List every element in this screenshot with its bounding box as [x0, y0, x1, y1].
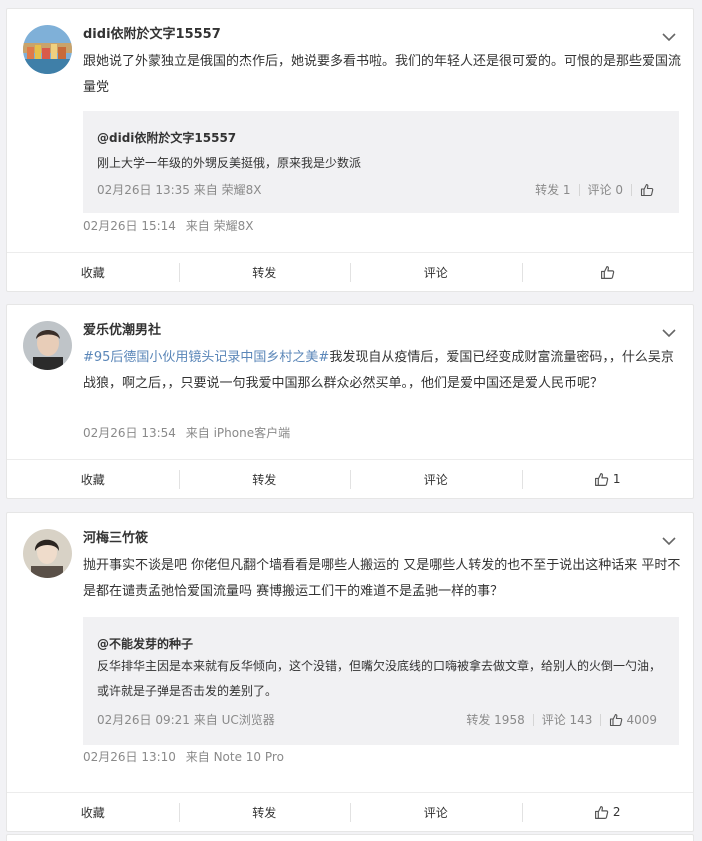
action-bar: 收藏 转发 评论 2 — [7, 792, 693, 831]
repost-button[interactable]: 转发 — [178, 460, 351, 498]
collect-label: 收藏 — [80, 472, 105, 487]
comment-card: 河梅三竹筱 抛开事实不谈是吧 你佬但凡翻个墙看看是哪些人搬运的 又是哪些人转发的… — [6, 512, 694, 832]
quoted-stats: 转发 1 评论 0 — [535, 181, 657, 198]
comment-date: 02月26日 13:10 — [83, 750, 176, 764]
quoted-username[interactable]: @didi依附於文字15557 — [97, 129, 236, 146]
comment-card: 爱乐优潮男社 #95后德国小伙用镜头记录中国乡村之美#我发现自从疫情后，爱国已经… — [6, 304, 694, 499]
weibo-comment-feed: didi依附於文字15557 跟她说了外蒙独立是俄国的杰作后，她说要多看书啦。我… — [0, 0, 702, 841]
repost-button[interactable]: 转发 — [178, 793, 351, 831]
quoted-like-count: 4009 — [626, 712, 657, 727]
like-button[interactable]: 2 — [521, 793, 694, 831]
comment-source: 来自 荣耀8X — [185, 219, 254, 233]
thumbs-up-icon — [594, 805, 613, 820]
username[interactable]: didi依附於文字15557 — [83, 25, 221, 45]
chevron-down-icon[interactable] — [661, 533, 677, 549]
chevron-down-icon[interactable] — [661, 29, 677, 45]
avatar[interactable] — [23, 321, 72, 370]
comment-card: didi依附於文字15557 跟她说了外蒙独立是俄国的杰作后，她说要多看书啦。我… — [6, 8, 694, 292]
quoted-meta: 02月26日 09:21 来自 UC浏览器 — [97, 711, 275, 728]
comment-meta: 02月26日 13:54 来自 iPhone客户端 — [83, 425, 290, 441]
collect-button[interactable]: 收藏 — [7, 460, 179, 498]
quoted-post[interactable]: @didi依附於文字15557 刚上大学一年级的外甥反美挺俄，原来我是少数派 0… — [83, 111, 679, 213]
comment-text: #95后德国小伙用镜头记录中国乡村之美#我发现自从疫情后，爱国已经变成财富流量密… — [83, 345, 683, 397]
comment-button[interactable]: 评论 — [350, 793, 522, 831]
thumbs-up-icon — [640, 183, 657, 197]
quoted-source: 来自 荣耀8X — [193, 183, 262, 197]
comment-text: 抛开事实不谈是吧 你佬但凡翻个墙看看是哪些人搬运的 又是哪些人转发的也不至于说出… — [83, 558, 681, 599]
comment-meta: 02月26日 15:14 来自 荣耀8X — [83, 218, 253, 234]
comment-text: 跟她说了外蒙独立是俄国的杰作后，她说要多看书啦。我们的年轻人还是很可爱的。可恨的… — [83, 54, 682, 95]
thumbs-up-icon — [594, 472, 613, 487]
avatar[interactable] — [23, 25, 72, 74]
comment-meta: 02月26日 13:10 来自 Note 10 Pro — [83, 749, 284, 765]
quoted-username[interactable]: @不能发芽的种子 — [97, 635, 193, 652]
comment-label: 评论 — [423, 472, 448, 487]
quoted-date: 02月26日 09:21 — [97, 713, 190, 727]
collect-button[interactable]: 收藏 — [7, 793, 179, 831]
like-button[interactable]: 1 — [521, 460, 694, 498]
thumbs-up-icon — [609, 713, 626, 727]
username[interactable]: 爱乐优潮男社 — [83, 321, 161, 341]
comment-label: 评论 — [423, 265, 448, 280]
thumbs-up-icon — [600, 265, 615, 280]
comment-button[interactable]: 评论 — [350, 460, 522, 498]
comment-label: 评论 — [423, 805, 448, 820]
comment-date: 02月26日 13:54 — [83, 426, 176, 440]
comment-date: 02月26日 15:14 — [83, 219, 176, 233]
quoted-repost-count[interactable]: 转发 1 — [535, 181, 570, 198]
quoted-text: 刚上大学一年级的外甥反美挺俄，原来我是少数派 — [97, 156, 362, 170]
action-bar: 收藏 转发 评论 1 — [7, 459, 693, 498]
repost-label: 转发 — [252, 472, 277, 487]
quoted-repost-count[interactable]: 转发 1958 — [466, 711, 524, 728]
avatar[interactable] — [23, 529, 72, 578]
comment-card-partial — [6, 834, 694, 841]
quoted-comment-count[interactable]: 评论 0 — [588, 181, 623, 198]
like-button[interactable] — [521, 253, 694, 291]
repost-button[interactable]: 转发 — [178, 253, 351, 291]
quoted-meta: 02月26日 13:35 来自 荣耀8X — [97, 181, 261, 198]
comment-button[interactable]: 评论 — [350, 253, 522, 291]
quoted-post[interactable]: @不能发芽的种子 反华排华主因是本来就有反华倾向，这个没错，但嘴欠没底线的口嗨被… — [83, 617, 679, 745]
quoted-text: 反华排华主因是本来就有反华倾向，这个没错，但嘴欠没底线的口嗨被拿去做文章，给别人… — [97, 659, 662, 698]
repost-label: 转发 — [252, 265, 277, 280]
collect-button[interactable]: 收藏 — [7, 253, 179, 291]
action-bar: 收藏 转发 评论 — [7, 252, 693, 291]
collect-label: 收藏 — [80, 265, 105, 280]
collect-label: 收藏 — [80, 805, 105, 820]
comment-source: 来自 Note 10 Pro — [185, 750, 284, 764]
like-count: 1 — [612, 472, 621, 486]
quoted-date: 02月26日 13:35 — [97, 183, 190, 197]
quoted-like-button[interactable]: 4009 — [609, 713, 657, 727]
quoted-comment-count[interactable]: 评论 143 — [542, 711, 593, 728]
chevron-down-icon[interactable] — [661, 325, 677, 341]
username[interactable]: 河梅三竹筱 — [83, 529, 148, 549]
like-count: 2 — [612, 805, 621, 819]
quoted-stats: 转发 1958 评论 143 4009 — [466, 711, 657, 728]
quoted-source: 来自 UC浏览器 — [193, 713, 275, 727]
quoted-like-button[interactable] — [640, 183, 657, 197]
topic-link[interactable]: #95后德国小伙用镜头记录中国乡村之美# — [83, 350, 329, 365]
comment-source: 来自 iPhone客户端 — [185, 426, 291, 440]
repost-label: 转发 — [252, 805, 277, 820]
